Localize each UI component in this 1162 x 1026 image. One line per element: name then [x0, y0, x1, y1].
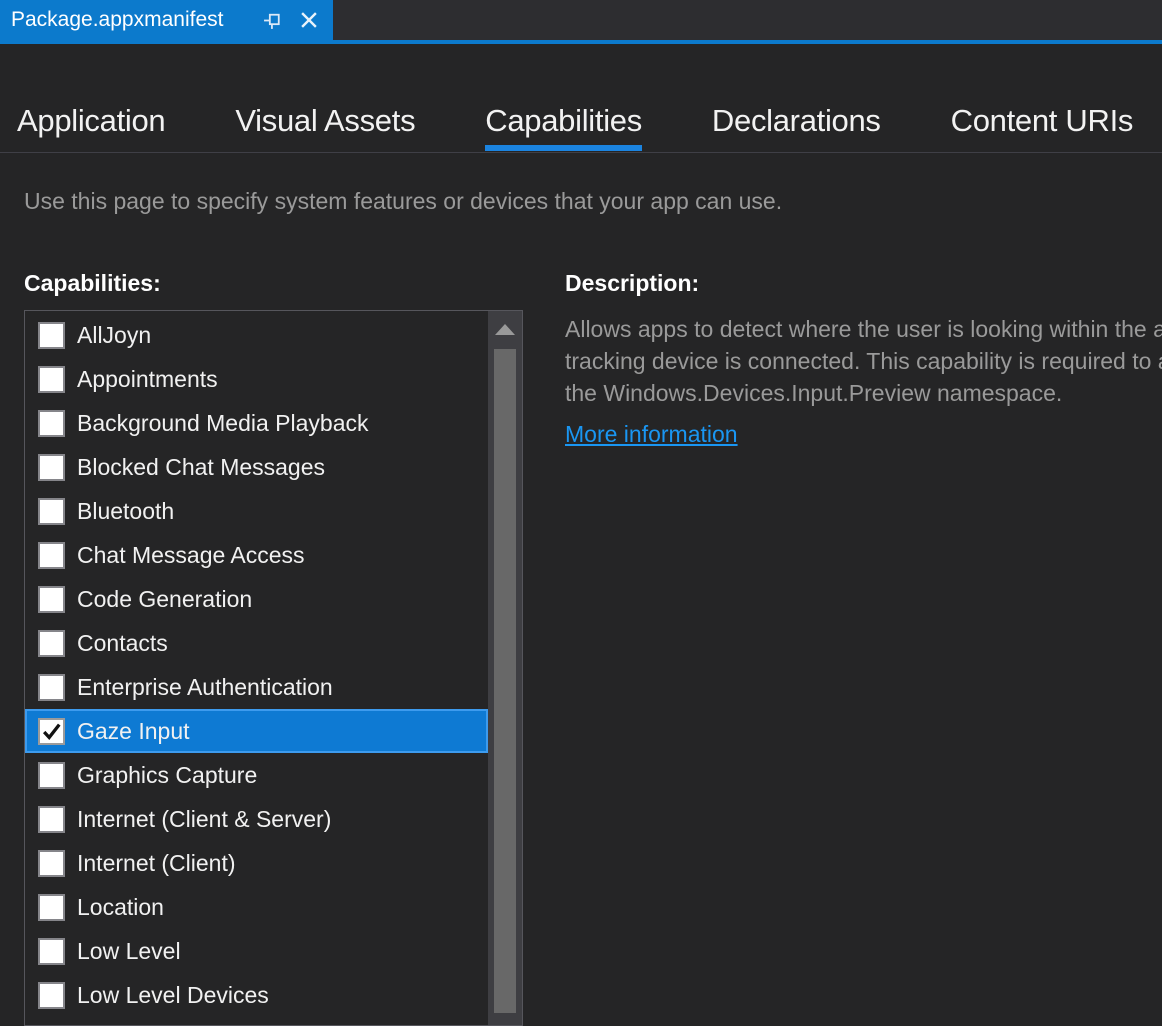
tab-application[interactable]: Application	[17, 103, 166, 152]
capability-row-blocked-chat-messages[interactable]: Blocked Chat Messages	[25, 445, 488, 489]
unchecked-checkbox[interactable]	[38, 937, 65, 965]
manifest-nav: Application Visual Assets Capabilities Decl…	[0, 44, 1162, 153]
capability-row-gaze-input[interactable]: Gaze Input	[25, 709, 488, 753]
scrollbar-track[interactable]	[488, 311, 522, 1025]
capability-row-alljoyn[interactable]: AllJoyn	[25, 313, 488, 357]
description-label: Description:	[565, 270, 700, 296]
capabilities-list: AllJoyn Appointments Background Media Play…	[25, 313, 488, 1017]
unchecked-checkbox[interactable]	[38, 761, 65, 789]
capability-row-label: Graphics Capture	[77, 761, 258, 788]
capability-row-graphics-capture[interactable]: Graphics Capture	[25, 753, 488, 797]
unchecked-checkbox[interactable]	[38, 321, 65, 349]
unchecked-checkbox[interactable]	[38, 365, 65, 393]
capability-row-label: Low Level Devices	[77, 981, 269, 1008]
close-icon[interactable]	[297, 8, 321, 32]
capability-row-label: Low Level	[77, 937, 181, 964]
capability-row-label: Chat Message Access	[77, 541, 305, 568]
unchecked-checkbox[interactable]	[38, 981, 65, 1009]
capability-row-label: Blocked Chat Messages	[77, 453, 326, 480]
editor-tab-title: Package.appxmanifest	[11, 8, 224, 31]
capability-row-label: Gaze Input	[77, 717, 190, 744]
scroll-up-arrow-icon	[495, 323, 515, 335]
unchecked-checkbox[interactable]	[38, 893, 65, 921]
capability-row-low-level[interactable]: Low Level	[25, 929, 488, 973]
description-line: Allows apps to detect where the user is …	[565, 316, 1162, 342]
unchecked-checkbox[interactable]	[38, 409, 65, 437]
capability-description: Allows apps to detect where the user is …	[565, 313, 1162, 409]
unchecked-checkbox[interactable]	[38, 541, 65, 569]
editor-tab-package-appxmanifest[interactable]: Package.appxmanifest	[0, 0, 333, 40]
capability-row-enterprise-authentication[interactable]: Enterprise Authentication	[25, 665, 488, 709]
capability-row-label: Code Generation	[77, 585, 253, 612]
tab-visual-assets[interactable]: Visual Assets	[235, 103, 415, 152]
capability-row-background-media-playback[interactable]: Background Media Playback	[25, 401, 488, 445]
tab-capabilities[interactable]: Capabilities	[485, 103, 642, 152]
capability-row-label: Internet (Client & Server)	[77, 805, 332, 832]
unchecked-checkbox[interactable]	[38, 629, 65, 657]
page-intro-text: Use this page to specify system features…	[24, 188, 783, 214]
more-information-link[interactable]: More information	[565, 421, 738, 448]
unchecked-checkbox[interactable]	[38, 453, 65, 481]
unchecked-checkbox[interactable]	[38, 673, 65, 701]
capability-row-label: Location	[77, 893, 164, 920]
checked-checkbox[interactable]	[38, 717, 65, 745]
capability-row-code-generation[interactable]: Code Generation	[25, 577, 488, 621]
capability-row-label: Contacts	[77, 629, 168, 656]
unchecked-checkbox[interactable]	[38, 805, 65, 833]
description-line: the Windows.Devices.Input.Preview namesp…	[565, 380, 1063, 406]
tab-declarations[interactable]: Declarations	[712, 103, 881, 152]
capability-row-label: AllJoyn	[77, 321, 152, 348]
capability-row-label: Bluetooth	[77, 497, 175, 524]
capability-row-chat-message-access[interactable]: Chat Message Access	[25, 533, 488, 577]
capability-row-label: Appointments	[77, 365, 218, 392]
capability-row-internet-client-server[interactable]: Internet (Client & Server)	[25, 797, 488, 841]
unchecked-checkbox[interactable]	[38, 585, 65, 613]
unchecked-checkbox[interactable]	[38, 497, 65, 525]
scrollbar-up-button[interactable]	[488, 311, 522, 347]
capabilities-listbox: AllJoyn Appointments Background Media Play…	[24, 310, 523, 1026]
pin-icon[interactable]	[261, 8, 285, 32]
description-line: tracking device is connected. This capab…	[565, 348, 1162, 374]
capability-row-low-level-devices[interactable]: Low Level Devices	[25, 973, 488, 1017]
capability-row-contacts[interactable]: Contacts	[25, 621, 488, 665]
capabilities-label: Capabilities:	[24, 270, 161, 296]
scrollbar-thumb[interactable]	[494, 349, 516, 1013]
capability-row-label: Background Media Playback	[77, 409, 369, 436]
capability-row-location[interactable]: Location	[25, 885, 488, 929]
document-tab-strip: Package.appxmanifest	[0, 0, 1162, 40]
capability-row-internet-client[interactable]: Internet (Client)	[25, 841, 488, 885]
unchecked-checkbox[interactable]	[38, 849, 65, 877]
capability-row-bluetooth[interactable]: Bluetooth	[25, 489, 488, 533]
tab-content-uris[interactable]: Content URIs	[951, 103, 1134, 152]
capability-row-appointments[interactable]: Appointments	[25, 357, 488, 401]
capability-row-label: Internet (Client)	[77, 849, 236, 876]
capability-row-label: Enterprise Authentication	[77, 673, 333, 700]
